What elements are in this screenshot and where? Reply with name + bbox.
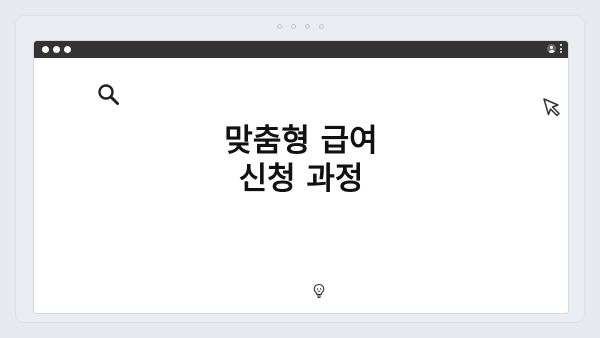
frame-dot — [276, 24, 282, 29]
window-control-dot[interactable] — [64, 46, 71, 53]
page-title-line-2: 신청 과정 — [238, 161, 364, 197]
frame-dot — [304, 24, 310, 29]
window-control-dot[interactable] — [53, 46, 60, 53]
title-bar — [34, 41, 568, 58]
search-icon — [98, 84, 119, 105]
frame-dot — [318, 24, 324, 29]
page-title-line-1: 맞춤형 급여 — [224, 123, 378, 159]
user-avatar-icon[interactable] — [547, 44, 556, 53]
page-content: 맞춤형 급여 신청 과정 — [34, 58, 568, 313]
page-title: 맞춤형 급여 신청 과정 — [34, 122, 568, 198]
window-control-dot[interactable] — [42, 46, 49, 53]
frame-dots — [16, 24, 584, 29]
lightbulb-icon — [313, 283, 325, 299]
title-bar-actions — [547, 44, 562, 53]
outer-frame: 맞춤형 급여 신청 과정 — [16, 16, 584, 322]
window-controls — [42, 46, 71, 53]
cursor-icon — [543, 98, 560, 117]
frame-dot — [290, 24, 296, 29]
browser-window: 맞춤형 급여 신청 과정 — [34, 41, 568, 313]
kebab-menu-icon[interactable] — [560, 44, 562, 53]
